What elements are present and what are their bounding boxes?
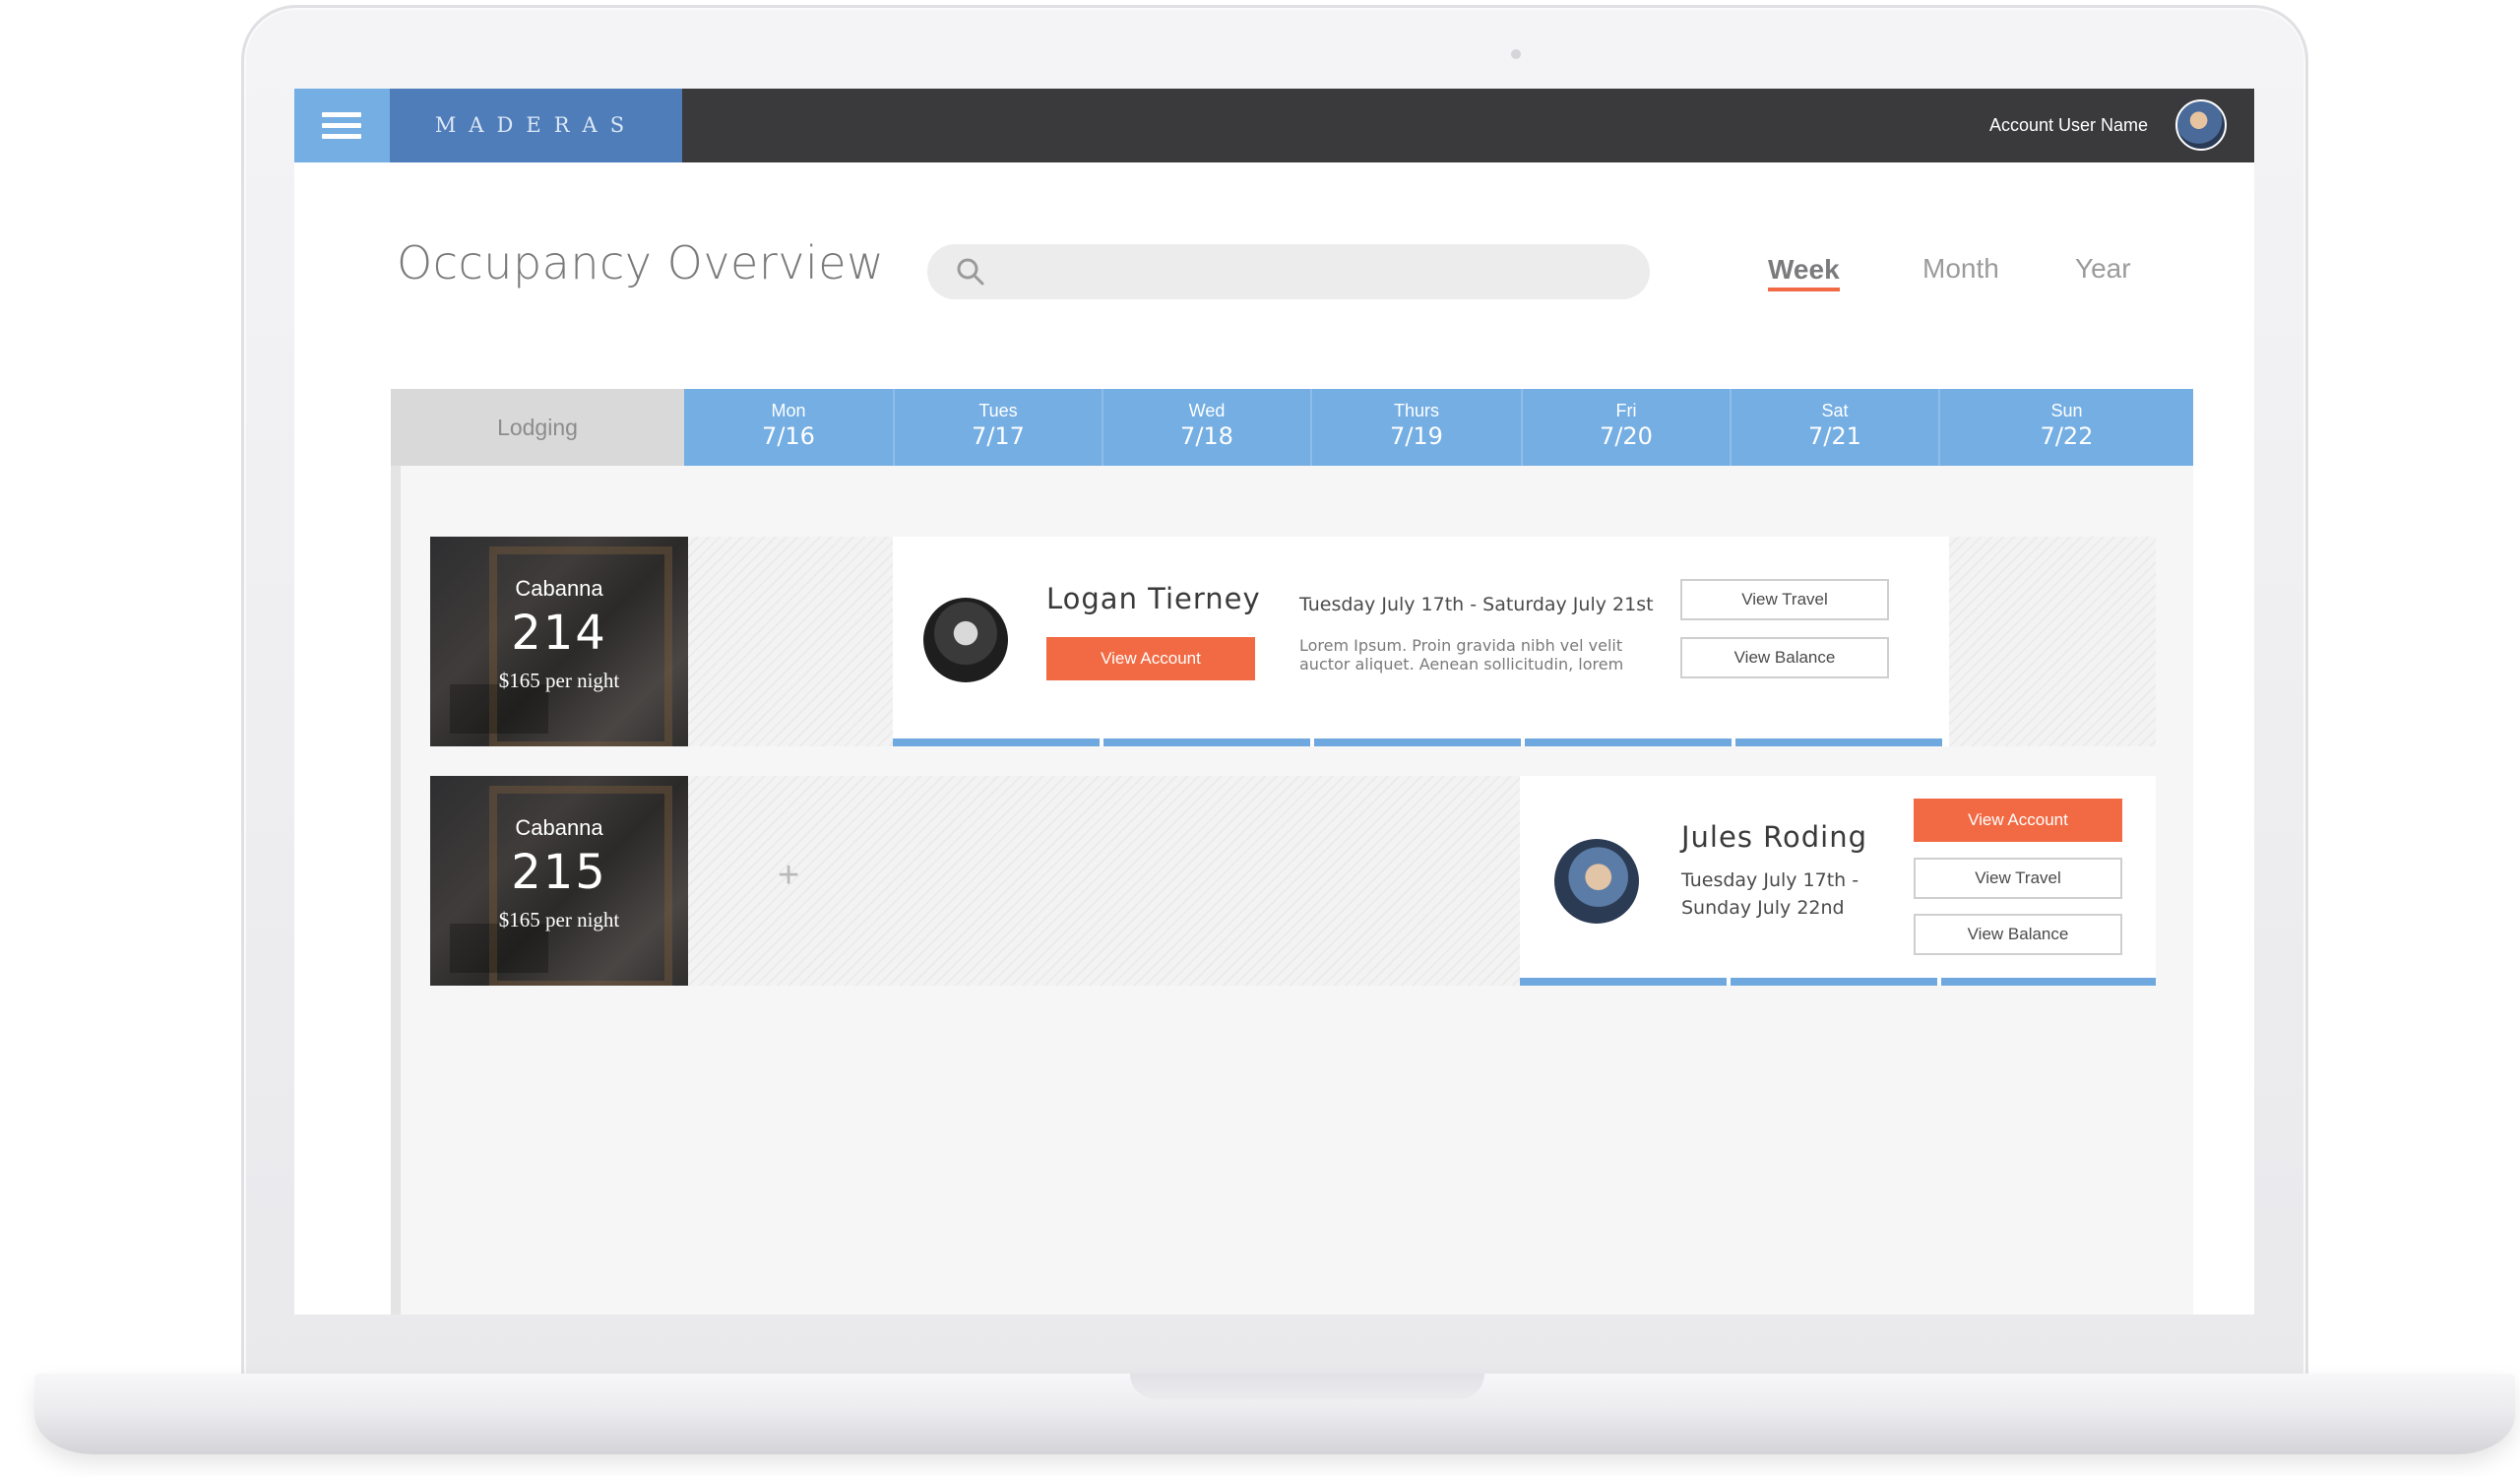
booking-date-range: Tuesday July 17th - Saturday July 21st — [1299, 594, 1654, 615]
camera-dot — [1511, 49, 1521, 59]
page-title: Occupancy Overview — [397, 236, 885, 289]
booking-day-bar — [1103, 738, 1310, 746]
view-travel-button[interactable]: View Travel — [1680, 579, 1889, 620]
empty-slot-sun[interactable] — [1949, 537, 2156, 746]
day-name: Fri — [1615, 401, 1637, 420]
room-price: $165 per night — [498, 908, 620, 931]
day-name: Tues — [978, 401, 1018, 420]
guest-name: Jules Roding — [1681, 820, 1868, 854]
booking-day-bar — [1314, 738, 1521, 746]
room-card-215[interactable]: Cabanna 215 $165 per night — [430, 776, 688, 986]
tab-week[interactable]: Week — [1768, 254, 1840, 286]
day-header-fri[interactable]: Fri 7/20 — [1521, 389, 1730, 466]
empty-slot-mon[interactable] — [688, 537, 893, 746]
menu-line — [322, 112, 361, 117]
booking-day-bar — [1520, 978, 1727, 986]
tab-month[interactable]: Month — [1922, 253, 1999, 285]
booking-date-range-start: Tuesday July 17th - — [1681, 869, 1859, 891]
active-tab-underline — [1768, 288, 1840, 291]
account-user-name[interactable]: Account User Name — [1989, 89, 2148, 162]
day-date: 7/20 — [1600, 422, 1653, 450]
add-booking-plus-icon[interactable]: + — [778, 855, 799, 897]
empty-slots-mon-thu[interactable] — [688, 776, 1520, 986]
booking-day-bar — [1525, 738, 1732, 746]
day-header-sun[interactable]: Sun 7/22 — [1938, 389, 2193, 466]
view-account-button[interactable]: View Account — [1914, 799, 2122, 842]
vertical-scrollbar-track[interactable] — [391, 389, 401, 1315]
day-header-wed[interactable]: Wed 7/18 — [1102, 389, 1310, 466]
day-date: 7/17 — [972, 422, 1025, 450]
search-icon — [957, 258, 984, 286]
top-bar: MADERAS Account User Name — [294, 89, 2254, 162]
room-type: Cabanna — [515, 815, 603, 840]
room-number: 215 — [511, 845, 607, 900]
room-row-215: Cabanna 215 $165 per night + Jules Rodin… — [430, 776, 2156, 986]
booking-day-bar — [893, 738, 1100, 746]
room-number: 214 — [511, 606, 607, 661]
view-travel-button[interactable]: View Travel — [1914, 858, 2122, 899]
guest-avatar — [923, 598, 1008, 682]
booking-jules-roding[interactable]: Jules Roding Tuesday July 17th - Sunday … — [1520, 776, 2156, 986]
room-card-214[interactable]: Cabanna 214 $165 per night — [430, 537, 688, 746]
search-input[interactable] — [927, 244, 1650, 299]
day-name: Thurs — [1393, 401, 1439, 420]
tab-year[interactable]: Year — [2075, 253, 2131, 285]
day-date: 7/22 — [2040, 422, 2094, 450]
room-price: $165 per night — [498, 669, 620, 692]
day-name: Sat — [1821, 401, 1849, 420]
view-balance-button[interactable]: View Balance — [1680, 637, 1889, 678]
booking-day-bar — [1735, 738, 1942, 746]
day-header-sat[interactable]: Sat 7/21 — [1730, 389, 1938, 466]
day-header-tue[interactable]: Tues 7/17 — [893, 389, 1102, 466]
laptop-notch — [1130, 1374, 1484, 1399]
booking-day-bar — [1941, 978, 2156, 986]
guest-name: Logan Tierney — [1046, 582, 1261, 615]
view-account-button[interactable]: View Account — [1046, 637, 1255, 680]
menu-line — [322, 134, 361, 139]
occupancy-calendar: Lodging Mon 7/16 Tues 7/17 Wed 7/18 Thur… — [391, 389, 2193, 1315]
app-screen: MADERAS Account User Name Occupancy Over… — [294, 89, 2254, 1315]
menu-line — [322, 123, 361, 128]
brand-logo[interactable]: MADERAS — [390, 89, 682, 162]
hamburger-menu-button[interactable] — [294, 89, 390, 162]
day-date: 7/16 — [762, 422, 815, 450]
guest-avatar — [1554, 839, 1639, 924]
day-header-thu[interactable]: Thurs 7/19 — [1310, 389, 1521, 466]
day-name: Sun — [2050, 401, 2083, 420]
room-type: Cabanna — [515, 576, 603, 601]
laptop-base — [34, 1374, 2515, 1454]
day-name: Mon — [771, 401, 806, 420]
day-date: 7/19 — [1390, 422, 1443, 450]
day-header-mon[interactable]: Mon 7/16 — [684, 389, 893, 466]
account-avatar[interactable] — [2175, 99, 2227, 151]
day-date: 7/18 — [1180, 422, 1233, 450]
day-date: 7/21 — [1808, 422, 1861, 450]
booking-day-bar — [1731, 978, 1937, 986]
lodging-column-header: Lodging — [391, 389, 684, 466]
booking-note: Lorem Ipsum. Proin gravida nibh vel veli… — [1299, 636, 1624, 674]
day-name: Wed — [1188, 401, 1226, 420]
view-balance-button[interactable]: View Balance — [1914, 914, 2122, 955]
booking-logan-tierney[interactable]: Logan Tierney View Account Tuesday July … — [893, 537, 1949, 746]
room-row-214: Cabanna 214 $165 per night Logan Tierney… — [430, 537, 2156, 746]
booking-date-range-end: Sunday July 22nd — [1681, 897, 1845, 919]
